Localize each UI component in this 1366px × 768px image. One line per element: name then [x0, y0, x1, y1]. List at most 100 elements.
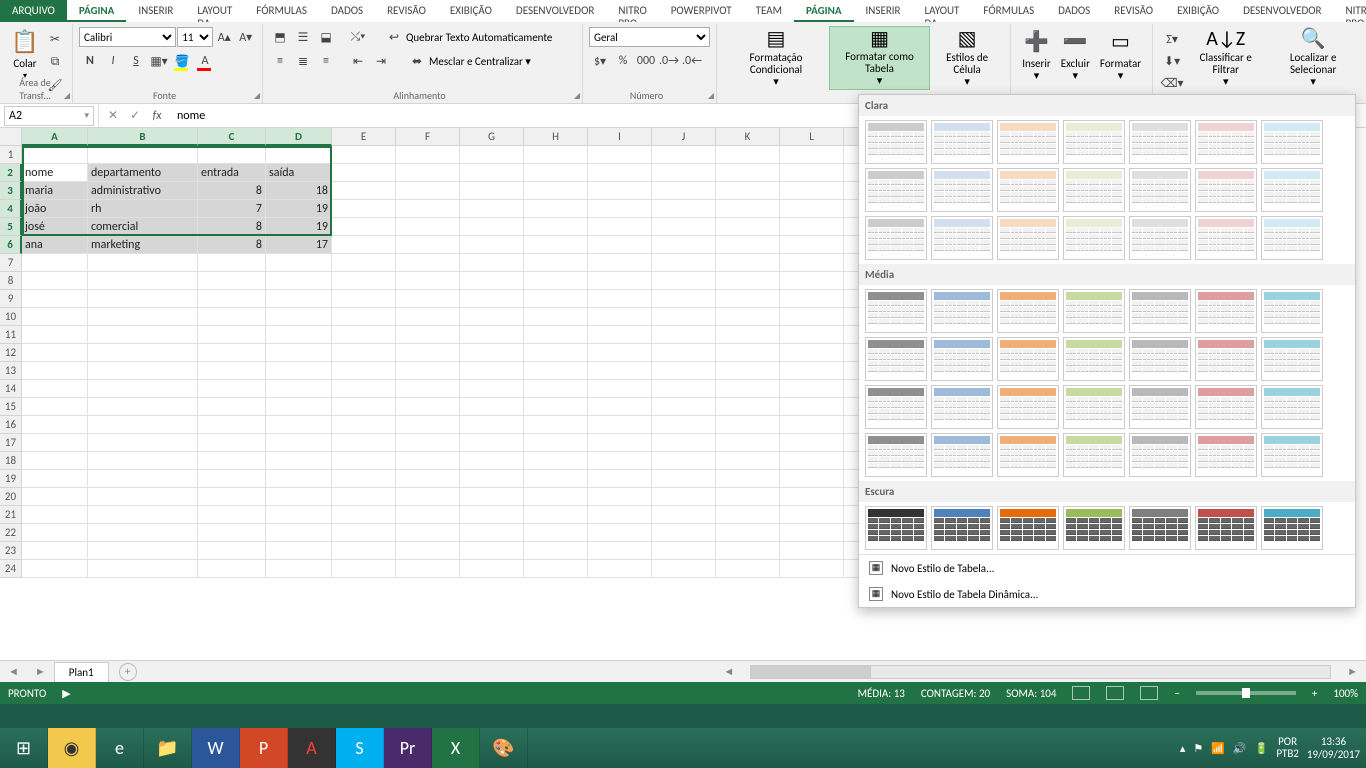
table-style-swatch[interactable] [1063, 120, 1125, 164]
taskbar-acrobat[interactable]: A [288, 728, 336, 768]
cell[interactable] [588, 218, 652, 236]
cell[interactable] [332, 380, 396, 398]
cell[interactable] [524, 488, 588, 506]
scroll-left-icon[interactable]: ◄ [715, 665, 742, 678]
table-style-swatch[interactable] [1063, 168, 1125, 212]
cell[interactable] [396, 164, 460, 182]
sheet-nav-next[interactable]: ► [27, 665, 54, 678]
table-style-swatch[interactable] [1129, 433, 1191, 477]
dialog-launcher-icon[interactable]: ◢ [572, 91, 582, 101]
cell[interactable] [332, 290, 396, 308]
cell[interactable] [88, 416, 198, 434]
cell[interactable] [266, 308, 332, 326]
table-style-swatch[interactable] [1129, 506, 1191, 550]
taskbar-excel[interactable]: X [432, 728, 480, 768]
cut-button[interactable]: ✂ [44, 28, 66, 50]
cell[interactable] [460, 398, 524, 416]
cell[interactable] [524, 146, 588, 164]
insert-cells-button[interactable]: ➕Inserir ▾ [1017, 26, 1056, 90]
tab-inserir[interactable]: INSERIR [126, 0, 185, 22]
table-style-swatch[interactable] [997, 120, 1059, 164]
cell[interactable] [652, 146, 716, 164]
cell[interactable] [716, 506, 780, 524]
cell[interactable] [266, 290, 332, 308]
cell[interactable]: administrativo [88, 182, 198, 200]
cell[interactable] [22, 380, 88, 398]
taskbar-premiere[interactable]: Pr [384, 728, 432, 768]
cell[interactable] [198, 452, 266, 470]
cell[interactable] [780, 524, 844, 542]
cell[interactable] [88, 254, 198, 272]
row-header[interactable]: 15 [0, 398, 22, 416]
cell[interactable] [460, 452, 524, 470]
cell[interactable] [266, 524, 332, 542]
align-top-button[interactable]: ⬒ [269, 26, 291, 48]
thousands-button[interactable]: 000 [635, 50, 657, 72]
cell[interactable] [396, 344, 460, 362]
cell[interactable] [198, 362, 266, 380]
tab-dados[interactable]: DADOS [319, 0, 375, 22]
table-style-swatch[interactable] [1195, 506, 1257, 550]
cell[interactable] [716, 560, 780, 578]
table-style-swatch[interactable] [1261, 337, 1323, 381]
cell[interactable] [588, 524, 652, 542]
cell[interactable] [88, 326, 198, 344]
cell[interactable] [88, 272, 198, 290]
cell[interactable] [332, 416, 396, 434]
macro-record-icon[interactable]: ▶ [62, 687, 70, 700]
cell[interactable] [780, 164, 844, 182]
cell[interactable] [332, 272, 396, 290]
cell[interactable] [396, 254, 460, 272]
cell[interactable] [396, 416, 460, 434]
table-style-swatch[interactable] [1129, 385, 1191, 429]
cell[interactable] [22, 524, 88, 542]
cell[interactable] [716, 236, 780, 254]
copy-button[interactable]: ⧉ [44, 51, 66, 73]
cell[interactable] [332, 362, 396, 380]
cell[interactable]: maria [22, 182, 88, 200]
cell[interactable] [396, 362, 460, 380]
column-header[interactable]: I [588, 128, 652, 146]
tab-dados[interactable]: DADOS [1046, 0, 1102, 22]
cell[interactable] [332, 542, 396, 560]
taskbar-paint[interactable]: 🎨 [480, 728, 528, 768]
table-style-swatch[interactable] [865, 337, 927, 381]
format-as-table-button[interactable]: ▦ Formatar como Tabela ▾ [829, 26, 930, 90]
cell[interactable] [396, 434, 460, 452]
table-style-swatch[interactable] [931, 337, 993, 381]
cell[interactable] [332, 506, 396, 524]
row-header[interactable]: 14 [0, 380, 22, 398]
italic-button[interactable]: I [102, 50, 124, 72]
format-cells-button[interactable]: ▭Formatar ▾ [1095, 26, 1146, 90]
cell[interactable] [716, 542, 780, 560]
table-style-swatch[interactable] [1261, 289, 1323, 333]
cell[interactable] [396, 560, 460, 578]
cell[interactable] [460, 254, 524, 272]
column-header[interactable]: J [652, 128, 716, 146]
cell[interactable] [716, 254, 780, 272]
cell[interactable] [652, 254, 716, 272]
column-header[interactable]: A [22, 128, 88, 146]
table-style-swatch[interactable] [1261, 120, 1323, 164]
cell[interactable] [652, 524, 716, 542]
tab-página-inicial[interactable]: PÁGINA INICIAL [67, 0, 127, 22]
cell[interactable] [396, 524, 460, 542]
cell[interactable] [524, 218, 588, 236]
cell[interactable] [396, 308, 460, 326]
cell[interactable] [88, 344, 198, 362]
cell[interactable] [396, 218, 460, 236]
tab-revisão[interactable]: REVISÃO [1102, 0, 1165, 22]
cell[interactable] [652, 182, 716, 200]
cell[interactable] [22, 398, 88, 416]
cell[interactable] [524, 560, 588, 578]
font-name-select[interactable]: Calibri [79, 27, 176, 47]
cell[interactable] [460, 344, 524, 362]
cell[interactable] [88, 362, 198, 380]
cell[interactable] [332, 254, 396, 272]
row-header[interactable]: 24 [0, 560, 22, 578]
cell[interactable] [460, 434, 524, 452]
cell[interactable] [266, 488, 332, 506]
cell[interactable] [588, 398, 652, 416]
cell[interactable] [524, 506, 588, 524]
cell[interactable] [780, 380, 844, 398]
